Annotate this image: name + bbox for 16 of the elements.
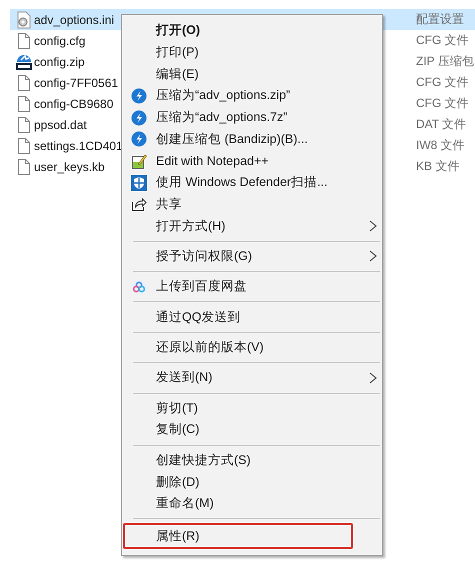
file-name: settings.1CD401 [34, 138, 123, 152]
file-name: config-CB9680 [34, 96, 114, 110]
file-name: config.cfg [34, 34, 86, 48]
file-type: CFG 文件 [416, 95, 470, 112]
file-name: ppsod.dat [34, 118, 87, 132]
file-type: IW8 文件 [416, 137, 466, 154]
file-name: config-7FF0561 [34, 76, 118, 90]
file-name: user_keys.kb [34, 160, 105, 174]
file-name: adv_options.ini [34, 12, 114, 26]
file-name: config.zip [34, 54, 85, 68]
file-type: DAT 文件 [416, 116, 468, 133]
file-type: CFG 文件 [416, 32, 470, 49]
file-type: 配置设置 [416, 11, 465, 28]
file-type: ZIP 压缩包 [416, 53, 474, 70]
file-type: CFG 文件 [416, 74, 470, 91]
file-type: KB 文件 [416, 158, 460, 175]
